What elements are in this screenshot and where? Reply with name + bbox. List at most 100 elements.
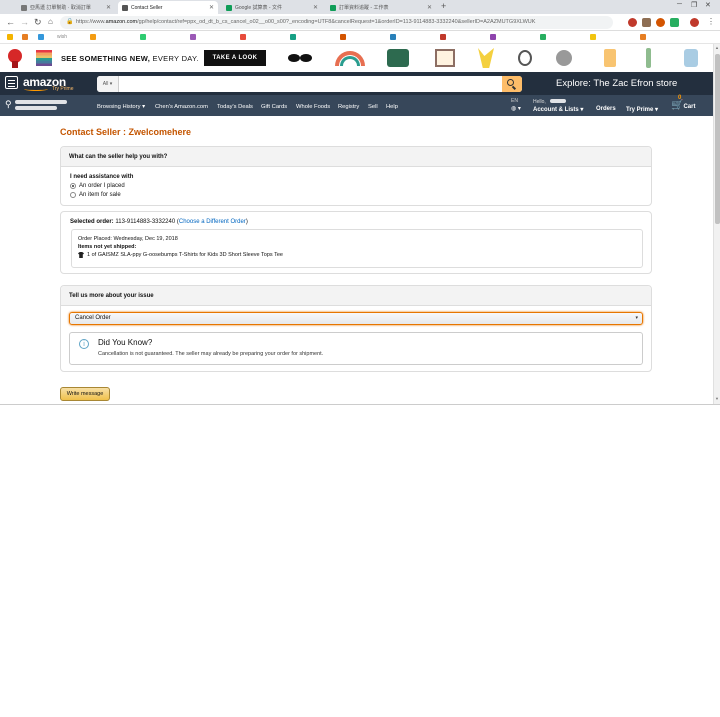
try-prime-link[interactable]: Try Prime bbox=[52, 86, 73, 92]
bookmark-icon[interactable] bbox=[290, 34, 296, 40]
hamburger-menu-icon[interactable] bbox=[5, 76, 18, 89]
extension-icon[interactable] bbox=[670, 18, 679, 27]
choose-different-order-link[interactable]: Choose a Different Order bbox=[179, 219, 246, 225]
amazon-subnav: ⚲ Browsing History ▾ Chen's Amazon.com T… bbox=[0, 95, 713, 116]
sunglasses-icon bbox=[288, 54, 300, 62]
close-tab-icon[interactable]: ✕ bbox=[313, 4, 318, 11]
forward-icon[interactable]: → bbox=[20, 16, 29, 28]
search-button[interactable] bbox=[502, 76, 522, 92]
scrollbar-thumb bbox=[715, 54, 720, 224]
selected-order-line: Selected order: 113-9114883-3332240 (Cho… bbox=[70, 219, 248, 225]
page-scrollbar[interactable]: ▲ ▼ bbox=[713, 44, 720, 404]
bookmark-icon[interactable] bbox=[440, 34, 446, 40]
promo-text: SEE SOMETHING NEW, EVERY DAY. bbox=[61, 54, 199, 63]
nav-link-registry[interactable]: Registry bbox=[338, 104, 359, 110]
nav-link-my-amazon[interactable]: Chen's Amazon.com bbox=[155, 104, 208, 110]
order-details-card: Order Placed: Wednesday, Dec 19, 2018 It… bbox=[71, 229, 643, 268]
scroll-down-icon: ▼ bbox=[715, 396, 719, 401]
url-prefix: https://www. bbox=[76, 19, 106, 25]
bookmark-icon[interactable] bbox=[590, 34, 596, 40]
menu-dots-icon[interactable]: ⋮ bbox=[707, 16, 715, 28]
bookmark-icon[interactable] bbox=[140, 34, 146, 40]
cart-link[interactable]: 🛒Cart bbox=[671, 100, 695, 111]
search-icon bbox=[507, 79, 514, 86]
extension-icon[interactable] bbox=[642, 18, 651, 27]
bookmark-icon[interactable] bbox=[640, 34, 646, 40]
tab-title: 訂單資料追蹤 - 工作表 bbox=[339, 5, 389, 11]
store-promo-link[interactable]: Explore: The Zac Efron store bbox=[556, 78, 677, 89]
cart-icon: 🛒 bbox=[671, 100, 684, 111]
search-input[interactable] bbox=[120, 76, 500, 92]
bookmark-icon[interactable] bbox=[38, 34, 44, 40]
bookmark-label[interactable]: wish bbox=[57, 34, 67, 40]
bookmark-icon[interactable] bbox=[22, 34, 28, 40]
redacted-name bbox=[550, 99, 566, 103]
bookmark-icon[interactable] bbox=[490, 34, 496, 40]
bookmark-icon[interactable] bbox=[190, 34, 196, 40]
write-message-button[interactable]: Write message bbox=[60, 387, 110, 401]
tab-google-sheets[interactable]: Google 試算表 - 文件 ✕ bbox=[222, 1, 322, 14]
nav-link-help[interactable]: Help bbox=[386, 104, 398, 110]
section-header: Tell us more about your issue bbox=[61, 286, 651, 306]
bookmarks-bar: wish bbox=[0, 31, 720, 44]
bookmark-icon[interactable] bbox=[390, 34, 396, 40]
extension-icon[interactable] bbox=[656, 18, 665, 27]
orders-link[interactable]: Orders bbox=[596, 106, 616, 112]
nav-link-browsing-history[interactable]: Browsing History ▾ bbox=[97, 104, 145, 110]
browser-toolbar: ← → ↻ ⌂ 🔒 https://www.amazon.com/gp/help… bbox=[0, 14, 720, 31]
lock-icon: 🔒 bbox=[66, 19, 74, 25]
tip-body: Cancellation is not guaranteed. The sell… bbox=[98, 351, 324, 357]
take-a-look-button[interactable]: TAKE A LOOK bbox=[204, 50, 266, 66]
back-icon[interactable]: ← bbox=[6, 16, 15, 28]
plant-icon bbox=[387, 49, 409, 67]
extension-icon[interactable] bbox=[628, 18, 637, 27]
close-tab-icon[interactable]: ✕ bbox=[209, 4, 214, 11]
stone-icon bbox=[556, 50, 572, 66]
nav-link-gift-cards[interactable]: Gift Cards bbox=[261, 104, 287, 110]
search-department-select[interactable]: All ▾ bbox=[97, 76, 119, 92]
account-lists-menu[interactable]: Account & Lists ▾ bbox=[533, 106, 583, 113]
try-prime-menu[interactable]: Try Prime ▾ bbox=[626, 106, 658, 113]
maximize-icon[interactable]: ❐ bbox=[691, 1, 697, 9]
bookmark-icon[interactable] bbox=[240, 34, 246, 40]
radio-empty-icon bbox=[70, 192, 76, 198]
bookmark-icon[interactable] bbox=[340, 34, 346, 40]
tab-title: Google 試算表 - 文件 bbox=[235, 5, 282, 11]
sheets-icon bbox=[226, 4, 232, 11]
order-placed-date: Order Placed: Wednesday, Dec 19, 2018 bbox=[78, 236, 178, 242]
minimize-icon[interactable]: ─ bbox=[677, 1, 682, 8]
location-pin-icon[interactable]: ⚲ bbox=[5, 99, 12, 110]
globe-icon[interactable]: ◍ ▾ bbox=[511, 105, 521, 112]
info-icon: i bbox=[79, 339, 89, 349]
browser-tab-bar: 亞馬遜 訂單幫助 · 取消訂單 ✕ Contact Seller ✕ Googl… bbox=[0, 0, 720, 14]
bookmark-icon[interactable] bbox=[540, 34, 546, 40]
new-tab-button[interactable]: + bbox=[441, 1, 446, 11]
close-window-icon[interactable]: ✕ bbox=[705, 1, 711, 9]
tab-contact-seller[interactable]: Contact Seller ✕ bbox=[118, 1, 218, 14]
reload-icon[interactable]: ↻ bbox=[34, 16, 42, 28]
nav-link-sell[interactable]: Sell bbox=[368, 104, 378, 110]
tab-order-tracking[interactable]: 訂單資料追蹤 - 工作表 ✕ bbox=[326, 1, 436, 14]
language-label[interactable]: EN bbox=[511, 98, 518, 104]
tab-order-help[interactable]: 亞馬遜 訂單幫助 · 取消訂單 ✕ bbox=[17, 1, 115, 14]
apps-icon[interactable] bbox=[7, 34, 13, 40]
page-bottom-divider bbox=[0, 404, 720, 405]
bottle-icon bbox=[646, 48, 651, 68]
tab-favicon bbox=[21, 4, 27, 11]
promo-banner[interactable]: SEE SOMETHING NEW, EVERY DAY. TAKE A LOO… bbox=[0, 45, 720, 72]
close-tab-icon[interactable]: ✕ bbox=[106, 4, 111, 11]
close-tab-icon[interactable]: ✕ bbox=[427, 4, 432, 11]
nav-link-whole-foods[interactable]: Whole Foods bbox=[296, 104, 330, 110]
radio-item-for-sale[interactable]: An item for sale bbox=[70, 192, 121, 198]
bookmark-icon[interactable] bbox=[90, 34, 96, 40]
url-domain: amazon.com bbox=[105, 19, 138, 25]
home-icon[interactable]: ⌂ bbox=[48, 16, 53, 28]
frame-icon bbox=[435, 49, 455, 67]
radio-selected-icon bbox=[70, 183, 76, 189]
radio-order-placed[interactable]: An order I placed bbox=[70, 183, 125, 189]
jar-icon bbox=[604, 49, 616, 67]
profile-avatar[interactable] bbox=[690, 18, 699, 27]
address-bar[interactable]: 🔒 https://www.amazon.com/gp/help/contact… bbox=[60, 16, 613, 29]
issue-type-select[interactable]: Cancel Order ▾ bbox=[69, 312, 643, 325]
nav-link-todays-deals[interactable]: Today's Deals bbox=[217, 104, 253, 110]
